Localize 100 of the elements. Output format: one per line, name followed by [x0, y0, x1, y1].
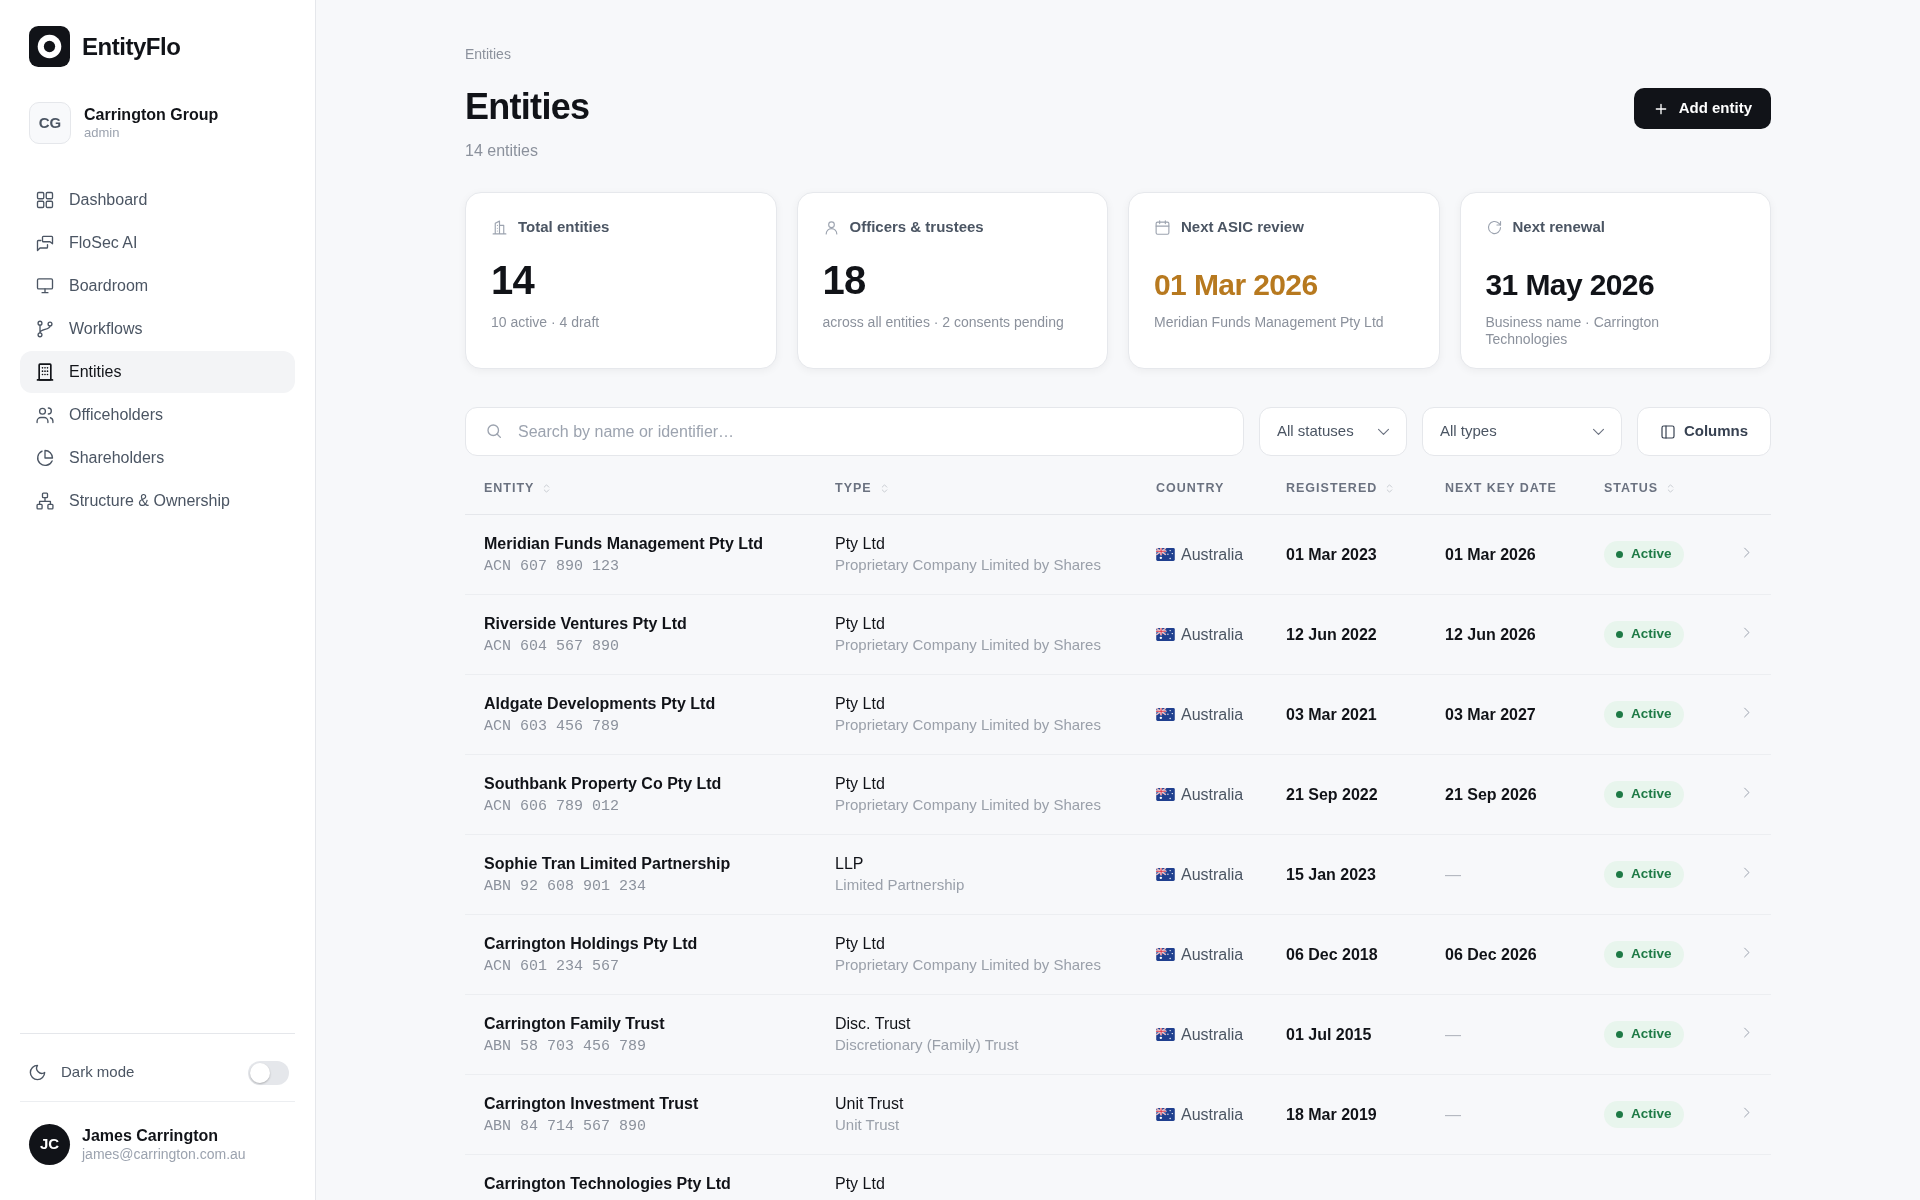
logo-icon: [29, 26, 70, 67]
column-header[interactable]: ENTITY: [484, 479, 535, 498]
search-icon: [485, 422, 503, 440]
entity-name: Carrington Technologies Pty Ltd: [484, 1174, 731, 1194]
flag-icon: [1156, 788, 1175, 801]
registered-date: 18 Mar 2019: [1286, 1105, 1377, 1123]
status-dot-icon: [1616, 951, 1623, 958]
search-field[interactable]: Search by name or identifier…: [465, 407, 1244, 456]
status-text: Active: [1631, 865, 1672, 884]
nav-item[interactable]: Boardroom: [20, 265, 295, 307]
status-text: Active: [1631, 625, 1672, 644]
next-key-date: —: [1445, 865, 1461, 883]
country-name: Australia: [1181, 704, 1244, 725]
registered-date: 21 Sep 2022: [1286, 785, 1378, 803]
nav-item[interactable]: Shareholders: [20, 437, 295, 479]
nav-item[interactable]: Entities: [20, 351, 295, 393]
type-dropdown[interactable]: All types: [1422, 407, 1622, 456]
entity-identifier: ACN 607 890 123: [484, 557, 620, 577]
country-name: Australia: [1181, 1024, 1244, 1045]
type-detail: Proprietary Company Limited by Shares: [835, 715, 1101, 735]
user-email: james@carrington.com.au: [82, 1146, 246, 1163]
column-header[interactable]: TYPE: [835, 479, 872, 498]
next-key-date: 01 Mar 2026: [1445, 545, 1536, 563]
status-dot-icon: [1616, 631, 1623, 638]
stat-note: Meridian Funds Management Pty Ltd: [1154, 314, 1385, 331]
stat-label: Officers & trustees: [849, 216, 984, 237]
status-text: Active: [1631, 945, 1672, 964]
type-label: Pty Ltd: [835, 934, 885, 954]
nav-item[interactable]: FloSec AI: [20, 222, 295, 264]
flag-icon: [1156, 1028, 1175, 1041]
entity-identifier: ACN 601 234 567: [484, 957, 620, 977]
status-dot-icon: [1616, 711, 1623, 718]
stat-label: Next renewal: [1512, 216, 1606, 237]
monitor-icon: [35, 276, 55, 296]
column-header[interactable]: REGISTERED: [1286, 479, 1378, 498]
branch-icon: [35, 319, 55, 339]
stat-note: across all entities · 2 consents pending: [822, 314, 1065, 331]
stat-value: 01 Mar 2026: [1154, 270, 1318, 300]
stat-value: 18: [822, 260, 866, 300]
columns-button[interactable]: Columns: [1637, 407, 1771, 456]
country-name: Australia: [1181, 1104, 1244, 1125]
entity-count: 14 entities: [465, 141, 538, 161]
page-title: Entities: [465, 87, 590, 127]
calendar-icon: [1154, 218, 1171, 236]
pie-chart-icon: [35, 448, 55, 468]
next-key-date: 12 Jun 2026: [1445, 625, 1536, 643]
type-detail: Discretionary (Family) Trust: [835, 1035, 1019, 1055]
registered-date: 12 Jun 2022: [1286, 625, 1377, 643]
building-icon: [35, 362, 55, 382]
add-entity-button[interactable]: Add entity: [1633, 88, 1771, 129]
type-label: Unit Trust: [835, 1094, 904, 1114]
type-detail: Proprietary Company Limited by Shares: [835, 555, 1101, 575]
flag-icon: [1156, 628, 1175, 641]
type-detail: Unit Trust: [835, 1115, 900, 1135]
entity-name: Riverside Ventures Pty Ltd: [484, 614, 687, 634]
grid-icon: [35, 190, 55, 210]
country-name: Australia: [1181, 784, 1244, 805]
org-name: Carrington Group: [84, 105, 219, 125]
stat-note: Business name · Carrington Technologies: [1485, 314, 1661, 348]
dark-mode-toggle[interactable]: [248, 1060, 289, 1085]
building-icon: [491, 218, 508, 236]
moon-icon: [28, 1063, 47, 1082]
dark-mode-label: Dark mode: [61, 1062, 135, 1083]
status-dropdown[interactable]: All statuses: [1259, 407, 1407, 456]
type-label: Pty Ltd: [835, 694, 885, 714]
user-avatar: JC: [29, 1124, 70, 1165]
flag-icon: [1156, 948, 1175, 961]
entity-identifier: ABN 84 714 567 890: [484, 1117, 647, 1137]
org-avatar: CG: [29, 102, 71, 144]
status-dot-icon: [1616, 551, 1623, 558]
nav-item[interactable]: Workflows: [20, 308, 295, 350]
registered-date: 06 Dec 2018: [1286, 945, 1378, 963]
status-dot-icon: [1616, 1031, 1623, 1038]
brand-name: EntityFlo: [82, 31, 181, 62]
entity-name: Southbank Property Co Pty Ltd: [484, 774, 722, 794]
stat-label: Total entities: [518, 216, 610, 237]
nav-item[interactable]: Dashboard: [20, 179, 295, 221]
org-role: admin: [84, 125, 121, 141]
status-dot-icon: [1616, 791, 1623, 798]
type-label: Disc. Trust: [835, 1014, 911, 1034]
entity-name: Carrington Holdings Pty Ltd: [484, 934, 698, 954]
refresh-icon: [1485, 218, 1503, 236]
type-detail: Proprietary Company Limited by Shares: [835, 795, 1101, 815]
flag-icon: [1156, 1108, 1175, 1121]
status-text: Active: [1631, 705, 1672, 724]
status-text: Active: [1631, 1025, 1672, 1044]
type-label: Pty Ltd: [835, 614, 885, 634]
entity-identifier: ABN 58 703 456 789: [484, 1037, 647, 1057]
flag-icon: [1156, 708, 1175, 721]
entity-identifier: ACN 603 456 789: [484, 717, 620, 737]
country-name: Australia: [1181, 624, 1244, 645]
status-dot-icon: [1616, 871, 1623, 878]
column-header[interactable]: STATUS: [1604, 479, 1659, 498]
user-name: James Carrington: [82, 1126, 220, 1146]
status-dot-icon: [1616, 1111, 1623, 1118]
nav-item[interactable]: Officeholders: [20, 394, 295, 436]
entity-identifier: ACN 604 567 890: [484, 637, 620, 657]
people-icon: [35, 405, 55, 425]
nav-item[interactable]: Structure & Ownership: [20, 480, 295, 522]
registered-date: 15 Jan 2023: [1286, 865, 1376, 883]
